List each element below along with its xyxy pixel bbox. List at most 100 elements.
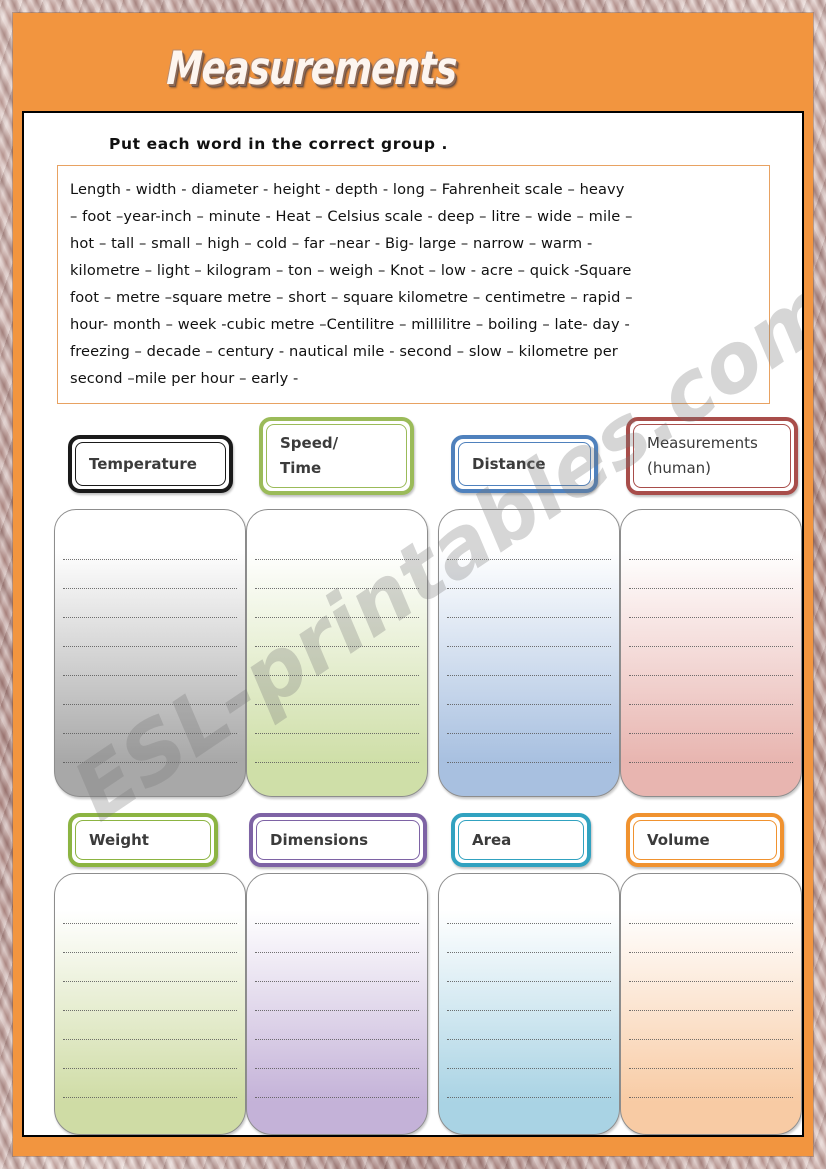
writing-line[interactable] [447, 1011, 611, 1040]
writing-line[interactable] [63, 1011, 237, 1040]
writing-line[interactable] [255, 705, 419, 734]
writing-line[interactable] [255, 589, 419, 618]
writing-line[interactable] [255, 560, 419, 589]
writing-line[interactable] [63, 705, 237, 734]
writing-line[interactable] [447, 618, 611, 647]
writing-line[interactable] [255, 1011, 419, 1040]
writing-line[interactable] [629, 618, 793, 647]
word-bank-line: – foot –year-inch – minute - Heat – Cels… [70, 208, 633, 225]
writing-line[interactable] [629, 531, 793, 560]
writing-line[interactable] [629, 676, 793, 705]
writing-line[interactable] [255, 734, 419, 763]
writing-line[interactable] [255, 924, 419, 953]
writing-line[interactable] [447, 895, 611, 924]
writing-line[interactable] [63, 1040, 237, 1069]
writing-line[interactable] [63, 618, 237, 647]
writing-line[interactable] [63, 953, 237, 982]
writing-line[interactable] [629, 895, 793, 924]
writing-line[interactable] [255, 763, 419, 787]
writing-line[interactable] [63, 1098, 237, 1125]
writing-line[interactable] [447, 676, 611, 705]
category-label-secondary: (human) [647, 459, 712, 477]
writing-line[interactable] [629, 953, 793, 982]
writing-lines[interactable] [447, 895, 611, 1125]
writing-line[interactable] [447, 705, 611, 734]
writing-line[interactable] [63, 589, 237, 618]
writing-line[interactable] [255, 982, 419, 1011]
answer-box-measurements[interactable] [620, 509, 802, 797]
writing-line[interactable] [447, 982, 611, 1011]
writing-lines[interactable] [63, 895, 237, 1125]
writing-lines[interactable] [447, 531, 611, 787]
writing-line[interactable] [63, 734, 237, 763]
word-bank-line: second –mile per hour – early - [70, 370, 299, 387]
category-header-distance: Distance [451, 435, 598, 493]
answer-box-area[interactable] [438, 873, 620, 1135]
writing-line[interactable] [447, 589, 611, 618]
writing-lines[interactable] [629, 895, 793, 1125]
writing-line[interactable] [63, 531, 237, 560]
writing-line[interactable] [447, 647, 611, 676]
writing-line[interactable] [629, 734, 793, 763]
writing-line[interactable] [63, 924, 237, 953]
writing-line[interactable] [629, 1098, 793, 1125]
category-header-speed: Speed/Time [259, 417, 414, 495]
writing-line[interactable] [255, 531, 419, 560]
writing-line[interactable] [629, 705, 793, 734]
word-bank-line: kilometre – light – kilogram – ton – wei… [70, 262, 632, 279]
writing-line[interactable] [255, 895, 419, 924]
category-label-secondary: Time [280, 459, 322, 477]
writing-line[interactable] [447, 763, 611, 787]
writing-line[interactable] [63, 763, 237, 787]
writing-line[interactable] [629, 589, 793, 618]
writing-line[interactable] [447, 953, 611, 982]
writing-line[interactable] [447, 924, 611, 953]
answer-box-weight[interactable] [54, 873, 246, 1135]
writing-line[interactable] [255, 953, 419, 982]
writing-line[interactable] [629, 560, 793, 589]
writing-line[interactable] [629, 763, 793, 787]
writing-lines[interactable] [63, 531, 237, 787]
answer-box-dimensions[interactable] [246, 873, 428, 1135]
category-label: Area [472, 830, 512, 849]
writing-line[interactable] [447, 1040, 611, 1069]
category-label: Measurements [647, 434, 758, 452]
writing-line[interactable] [255, 1040, 419, 1069]
writing-line[interactable] [629, 1011, 793, 1040]
writing-line[interactable] [255, 676, 419, 705]
writing-line[interactable] [63, 676, 237, 705]
writing-line[interactable] [255, 618, 419, 647]
writing-lines[interactable] [629, 531, 793, 787]
writing-lines[interactable] [255, 895, 419, 1125]
writing-line[interactable] [629, 647, 793, 676]
category-header-temperature: Temperature [68, 435, 233, 493]
writing-line[interactable] [447, 1098, 611, 1125]
writing-line[interactable] [255, 1069, 419, 1098]
answer-box-distance[interactable] [438, 509, 620, 797]
answer-box-volume[interactable] [620, 873, 802, 1135]
category-header-weight: Weight [68, 813, 218, 867]
writing-line[interactable] [629, 924, 793, 953]
writing-line[interactable] [255, 1098, 419, 1125]
worksheet-page: Measurements ESL-printables.com Put each… [0, 0, 826, 1169]
category-label: Dimensions [270, 830, 369, 849]
writing-line[interactable] [255, 647, 419, 676]
writing-line[interactable] [63, 560, 237, 589]
word-bank-line: hot – tall – small – high – cold – far –… [70, 235, 593, 252]
writing-line[interactable] [629, 1040, 793, 1069]
writing-line[interactable] [447, 531, 611, 560]
writing-line[interactable] [63, 895, 237, 924]
writing-line[interactable] [447, 560, 611, 589]
category-label: Weight [89, 830, 149, 849]
writing-line[interactable] [629, 1069, 793, 1098]
writing-line[interactable] [447, 734, 611, 763]
writing-line[interactable] [63, 647, 237, 676]
answer-box-speed[interactable] [246, 509, 428, 797]
writing-line[interactable] [447, 1069, 611, 1098]
writing-line[interactable] [63, 1069, 237, 1098]
answer-box-temperature[interactable] [54, 509, 246, 797]
writing-line[interactable] [63, 982, 237, 1011]
category-label: Temperature [89, 454, 197, 473]
writing-line[interactable] [629, 982, 793, 1011]
writing-lines[interactable] [255, 531, 419, 787]
